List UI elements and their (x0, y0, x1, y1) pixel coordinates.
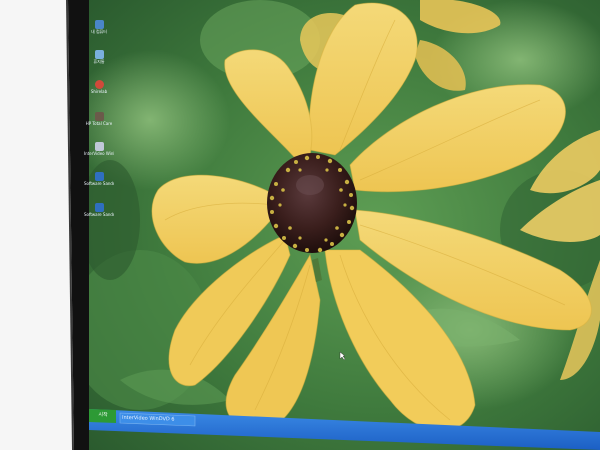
desktop-icon-label: Shirelab (90, 89, 108, 94)
desktop-icon-label: Software Sandra (84, 181, 114, 186)
desktop-icon[interactable]: Software Sandra (84, 203, 114, 217)
app-shortcut-icon (94, 80, 104, 89)
intervideo-icon (94, 142, 104, 151)
photo-scene (0, 0, 600, 450)
desktop-icon-label: HP Total Care (85, 121, 113, 126)
desktop-icon[interactable]: Software Sandra (84, 172, 114, 186)
folder-icon (94, 20, 104, 29)
start-button[interactable]: 시작 (91, 411, 115, 421)
hp-total-care-icon (94, 112, 104, 121)
desktop-icon-label: Software Sandra (84, 212, 114, 217)
desktop-icon[interactable]: HP Total Care (84, 112, 114, 126)
desktop-icon[interactable]: InterVideo WinDVD (84, 142, 114, 156)
desktop-icon-label: InterVideo WinDVD (84, 151, 114, 156)
desktop-icon[interactable]: Shirelab (84, 80, 114, 94)
recycle-bin-icon (94, 50, 104, 59)
desktop-icon[interactable]: 휴지통 (84, 50, 114, 64)
desktop-icon-label: 내 컴퓨터 (91, 29, 107, 34)
desktop-icon[interactable]: 내 컴퓨터 (84, 20, 114, 34)
desktop-icon-label: 휴지통 (93, 59, 105, 64)
software-icon (94, 203, 104, 212)
software-icon (94, 172, 104, 181)
